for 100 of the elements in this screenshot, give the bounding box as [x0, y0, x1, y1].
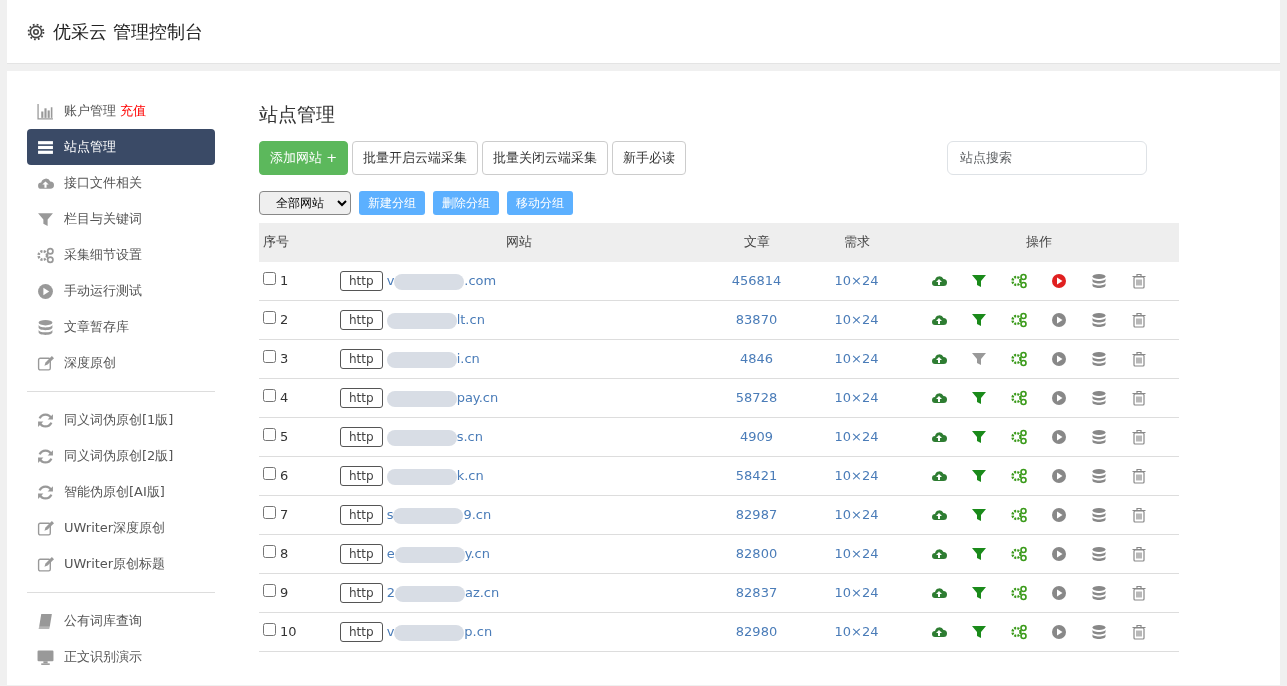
play-icon[interactable] [1051, 468, 1067, 484]
sidebar-item[interactable]: 同义词伪原创[1版] [27, 402, 215, 438]
database-icon[interactable] [1091, 351, 1107, 367]
row-checkbox[interactable] [263, 506, 276, 520]
sidebar-item[interactable]: 采集细节设置 [27, 237, 215, 273]
sidebar-item[interactable]: 公有词库查询 [27, 603, 215, 639]
toolbar-button[interactable]: 批量开启云端采集 [352, 140, 479, 175]
play-icon[interactable] [1051, 429, 1067, 445]
play-icon[interactable] [1051, 272, 1067, 289]
cloud-upload-icon[interactable] [931, 351, 947, 367]
filter-icon[interactable] [971, 272, 987, 289]
toolbar-button[interactable]: 新手必读 [612, 140, 687, 175]
row-checkbox[interactable] [263, 584, 276, 598]
sidebar-item[interactable]: 手动运行测试 [27, 273, 215, 309]
filter-icon[interactable] [971, 546, 987, 562]
sidebar-item[interactable]: 深度原创 [27, 345, 215, 381]
gears-icon[interactable] [1011, 546, 1027, 562]
filter-icon[interactable] [971, 468, 987, 484]
protocol-button[interactable]: http [340, 388, 383, 409]
trash-icon[interactable] [1131, 351, 1147, 367]
filter-icon[interactable] [971, 507, 987, 523]
database-icon[interactable] [1091, 468, 1107, 484]
trash-icon[interactable] [1131, 468, 1147, 484]
database-icon[interactable] [1091, 429, 1107, 445]
row-checkbox[interactable] [263, 311, 276, 325]
play-icon[interactable] [1051, 546, 1067, 562]
row-checkbox[interactable] [263, 389, 276, 403]
cloud-upload-icon[interactable] [931, 546, 947, 562]
database-icon[interactable] [1091, 546, 1107, 562]
sidebar-item[interactable]: 接口文件相关 [27, 165, 215, 201]
sidebar-item[interactable]: 智能伪原创[AI版] [27, 474, 215, 510]
filter-icon[interactable] [971, 390, 987, 406]
cloud-upload-icon[interactable] [931, 468, 947, 484]
row-checkbox[interactable] [263, 467, 276, 481]
database-icon[interactable] [1091, 390, 1107, 406]
play-icon[interactable] [1051, 507, 1067, 523]
database-icon[interactable] [1091, 272, 1107, 289]
protocol-button[interactable]: http [340, 544, 383, 565]
protocol-button[interactable]: http [340, 583, 383, 604]
row-checkbox[interactable] [263, 545, 276, 559]
gears-icon[interactable] [1011, 429, 1027, 445]
gears-icon[interactable] [1011, 351, 1027, 367]
sidebar-item[interactable]: 栏目与关键词 [27, 201, 215, 237]
protocol-button[interactable]: http [340, 349, 383, 370]
trash-icon[interactable] [1131, 507, 1147, 523]
protocol-button[interactable]: http [340, 271, 383, 291]
trash-icon[interactable] [1131, 624, 1147, 640]
gears-icon[interactable] [1011, 624, 1027, 640]
sidebar-item[interactable]: 账户管理 充值 [27, 93, 215, 129]
recharge-link[interactable]: 充值 [120, 101, 146, 121]
row-checkbox[interactable] [263, 272, 276, 285]
row-checkbox[interactable] [263, 350, 276, 364]
play-icon[interactable] [1051, 312, 1067, 328]
protocol-button[interactable]: http [340, 427, 383, 448]
sidebar-item[interactable]: UWriter原创标题 [27, 546, 215, 582]
sidebar-item[interactable]: 正文识别演示 [27, 639, 215, 675]
trash-icon[interactable] [1131, 312, 1147, 328]
cloud-upload-icon[interactable] [931, 624, 947, 640]
filter-icon[interactable] [971, 585, 987, 601]
sidebar-item[interactable]: 同义词伪原创[2版] [27, 438, 215, 474]
trash-icon[interactable] [1131, 546, 1147, 562]
row-checkbox[interactable] [263, 428, 276, 442]
filter-icon[interactable] [971, 624, 987, 640]
cloud-upload-icon[interactable] [931, 312, 947, 328]
gears-icon[interactable] [1011, 468, 1027, 484]
toolbar-button[interactable]: 批量关闭云端采集 [482, 140, 609, 175]
database-icon[interactable] [1091, 585, 1107, 601]
filter-icon[interactable] [971, 351, 987, 367]
gears-icon[interactable] [1011, 312, 1027, 328]
filter-icon[interactable] [971, 429, 987, 445]
protocol-button[interactable]: http [340, 622, 383, 643]
play-icon[interactable] [1051, 624, 1067, 640]
cloud-upload-icon[interactable] [931, 507, 947, 523]
database-icon[interactable] [1091, 624, 1107, 640]
protocol-button[interactable]: http [340, 466, 383, 487]
gears-icon[interactable] [1011, 272, 1027, 289]
cloud-upload-icon[interactable] [931, 390, 947, 406]
database-icon[interactable] [1091, 312, 1107, 328]
play-icon[interactable] [1051, 351, 1067, 367]
filter-icon[interactable] [971, 312, 987, 328]
group-select[interactable]: 全部网站 [259, 190, 351, 215]
sidebar-item[interactable]: UWriter深度原创 [27, 510, 215, 546]
sidebar-item[interactable]: 站点管理 [27, 129, 215, 165]
play-icon[interactable] [1051, 585, 1067, 601]
cloud-upload-icon[interactable] [931, 429, 947, 445]
trash-icon[interactable] [1131, 429, 1147, 445]
protocol-button[interactable]: http [340, 505, 383, 526]
gears-icon[interactable] [1011, 390, 1027, 406]
trash-icon[interactable] [1131, 585, 1147, 601]
gears-icon[interactable] [1011, 585, 1027, 601]
protocol-button[interactable]: http [340, 310, 383, 331]
trash-icon[interactable] [1131, 390, 1147, 406]
trash-icon[interactable] [1131, 272, 1147, 289]
search-field[interactable]: 站点搜索 [947, 140, 1147, 175]
row-checkbox[interactable] [263, 623, 276, 637]
database-icon[interactable] [1091, 507, 1107, 523]
sidebar-item[interactable]: 文章暂存库 [27, 309, 215, 345]
gears-icon[interactable] [1011, 507, 1027, 523]
play-icon[interactable] [1051, 390, 1067, 406]
cloud-upload-icon[interactable] [931, 585, 947, 601]
